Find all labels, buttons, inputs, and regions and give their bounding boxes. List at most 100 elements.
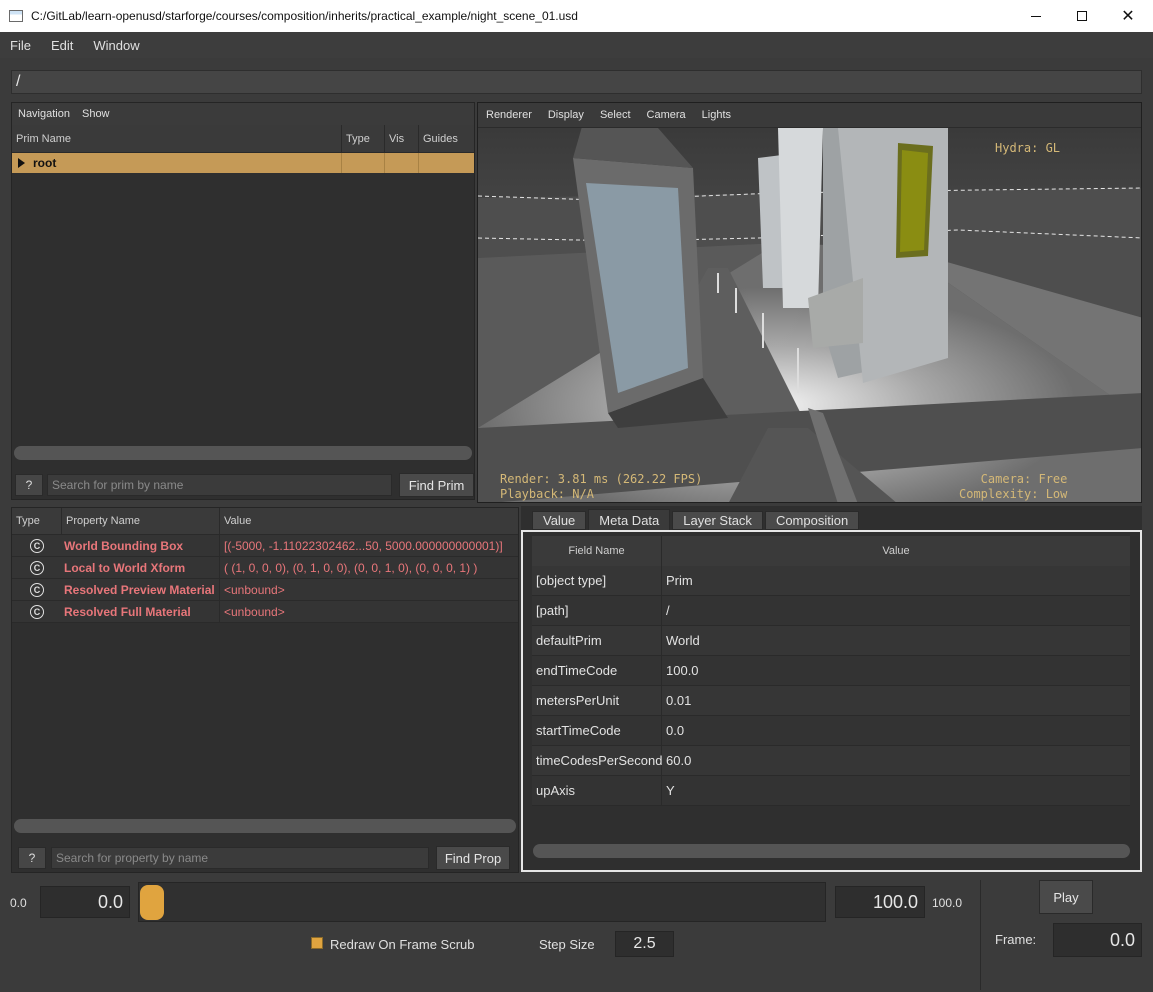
col-guides[interactable]: Guides: [419, 125, 474, 152]
tab-meta-data[interactable]: Meta Data: [588, 509, 671, 530]
stage-viewport[interactable]: Renderer Display Select Camera Lights Hy…: [477, 102, 1142, 503]
maximize-icon: [1077, 11, 1087, 21]
prim-name: root: [33, 156, 57, 170]
meta-row[interactable]: [path] /: [532, 596, 1130, 626]
close-icon: ✕: [1121, 8, 1135, 25]
meta-horizontal-scrollbar[interactable]: [533, 844, 1130, 858]
property-value: ( (1, 0, 0, 0), (0, 1, 0, 0), (0, 0, 1, …: [224, 560, 478, 575]
tab-value[interactable]: Value: [532, 511, 587, 530]
menu-window[interactable]: Window: [83, 38, 149, 53]
meta-row[interactable]: upAxis Y: [532, 776, 1130, 806]
col-field-value[interactable]: Value: [662, 536, 1130, 566]
property-value: <unbound>: [224, 604, 285, 619]
renderer-menu[interactable]: Renderer: [478, 109, 540, 121]
property-horizontal-scrollbar[interactable]: [14, 819, 516, 833]
menu-edit[interactable]: Edit: [41, 38, 83, 53]
select-menu[interactable]: Select: [592, 109, 639, 121]
property-name: World Bounding Box: [62, 535, 220, 556]
meta-field: timeCodesPerSecond: [532, 746, 662, 775]
step-size-label: Step Size: [539, 937, 595, 952]
meta-field: upAxis: [532, 776, 662, 805]
3d-scene-render[interactable]: [478, 128, 1142, 503]
col-prop-type[interactable]: Type: [12, 508, 62, 534]
prim-type-cell: [342, 153, 385, 173]
col-type[interactable]: Type: [342, 125, 385, 152]
meta-value: 0.0: [666, 723, 685, 738]
prim-toolbar: Navigation Show: [12, 103, 474, 125]
computed-icon: C: [30, 560, 44, 575]
meta-row[interactable]: timeCodesPerSecond 60.0: [532, 746, 1130, 776]
tab-composition[interactable]: Composition: [764, 511, 860, 530]
close-button[interactable]: ✕: [1105, 0, 1151, 32]
meta-value: /: [666, 603, 670, 618]
frame-slider-track[interactable]: [138, 882, 826, 922]
current-frame-field[interactable]: 0.0: [1053, 923, 1142, 957]
minimize-button[interactable]: [1013, 0, 1059, 32]
property-help-button[interactable]: ?: [18, 847, 46, 869]
meta-row[interactable]: startTimeCode 0.0: [532, 716, 1130, 746]
col-prim-name[interactable]: Prim Name: [12, 125, 342, 152]
property-row[interactable]: C World Bounding Box [(-5000, -1.1102230…: [12, 535, 518, 557]
computed-icon: C: [30, 604, 44, 619]
computed-icon: C: [30, 582, 44, 597]
property-panel: Type Property Name Value C World Boundin…: [11, 507, 519, 873]
path-bar[interactable]: /: [11, 70, 1142, 94]
frame-slider-handle[interactable]: [140, 885, 164, 920]
prim-guides-cell[interactable]: [419, 153, 474, 173]
range-start-label: 0.0: [10, 896, 27, 910]
menu-file[interactable]: File: [0, 38, 41, 53]
prim-row-root[interactable]: root: [12, 153, 474, 173]
timeline-divider: [980, 880, 981, 990]
property-row[interactable]: C Resolved Preview Material <unbound>: [12, 579, 518, 601]
range-end-label: 100.0: [932, 896, 963, 910]
col-prop-value[interactable]: Value: [220, 508, 518, 534]
find-prop-button[interactable]: Find Prop: [436, 846, 510, 870]
col-field-name[interactable]: Field Name: [532, 536, 662, 566]
meta-value: Prim: [666, 573, 693, 588]
meta-row[interactable]: defaultPrim World: [532, 626, 1130, 656]
meta-table-header: Field Name Value: [532, 536, 1130, 566]
prim-table-header: Prim Name Type Vis Guides: [12, 125, 474, 153]
camera-menu[interactable]: Camera: [639, 109, 694, 121]
prim-vis-cell[interactable]: [385, 153, 419, 173]
property-row[interactable]: C Resolved Full Material <unbound>: [12, 601, 518, 623]
redraw-label: Redraw On Frame Scrub: [330, 937, 475, 952]
meta-row[interactable]: endTimeCode 100.0: [532, 656, 1130, 686]
lights-menu[interactable]: Lights: [694, 109, 739, 121]
hud-renderer: Hydra: GL: [995, 141, 1061, 155]
tab-layer-stack[interactable]: Layer Stack: [672, 511, 763, 530]
prim-search-input[interactable]: [47, 474, 392, 496]
viewport-toolbar: Renderer Display Select Camera Lights: [478, 103, 1141, 127]
hud-camera-info: Camera: Free Complexity: Low: [959, 472, 1068, 501]
meta-value: 100.0: [666, 663, 699, 678]
property-name: Resolved Full Material: [62, 601, 220, 622]
meta-rows: [object type] Prim [path] / defaultPrim Wor…: [532, 566, 1130, 806]
navigation-menu[interactable]: Navigation: [12, 108, 76, 120]
property-row[interactable]: C Local to World Xform ( (1, 0, 0, 0), (…: [12, 557, 518, 579]
inspector-tabs: Value Meta Data Layer Stack Composition: [532, 509, 1142, 531]
prim-name-cell: root: [12, 153, 342, 173]
step-size-field[interactable]: 2.5: [615, 931, 674, 957]
property-value: [(-5000, -1.11022302462...50, 5000.00000…: [224, 538, 503, 553]
start-frame-field[interactable]: 0.0: [40, 886, 130, 918]
meta-row[interactable]: [object type] Prim: [532, 566, 1130, 596]
display-menu[interactable]: Display: [540, 109, 592, 121]
play-button[interactable]: Play: [1039, 880, 1093, 914]
meta-field: [object type]: [532, 566, 662, 595]
col-vis[interactable]: Vis: [385, 125, 419, 152]
find-prim-button[interactable]: Find Prim: [399, 473, 474, 497]
prim-horizontal-scrollbar[interactable]: [14, 446, 472, 460]
maximize-button[interactable]: [1059, 0, 1105, 32]
expand-triangle-icon[interactable]: [18, 158, 25, 168]
property-search-input[interactable]: [51, 847, 429, 869]
prim-help-button[interactable]: ?: [15, 474, 43, 496]
meta-field: metersPerUnit: [532, 686, 662, 715]
meta-data-body: Field Name Value [object type] Prim [path…: [521, 530, 1142, 872]
end-frame-field[interactable]: 100.0: [835, 886, 925, 918]
show-menu[interactable]: Show: [76, 108, 116, 120]
computed-icon: C: [30, 538, 44, 553]
col-prop-name[interactable]: Property Name: [62, 508, 220, 534]
redraw-checkbox[interactable]: [311, 937, 323, 949]
property-value: <unbound>: [224, 582, 285, 597]
meta-row[interactable]: metersPerUnit 0.01: [532, 686, 1130, 716]
